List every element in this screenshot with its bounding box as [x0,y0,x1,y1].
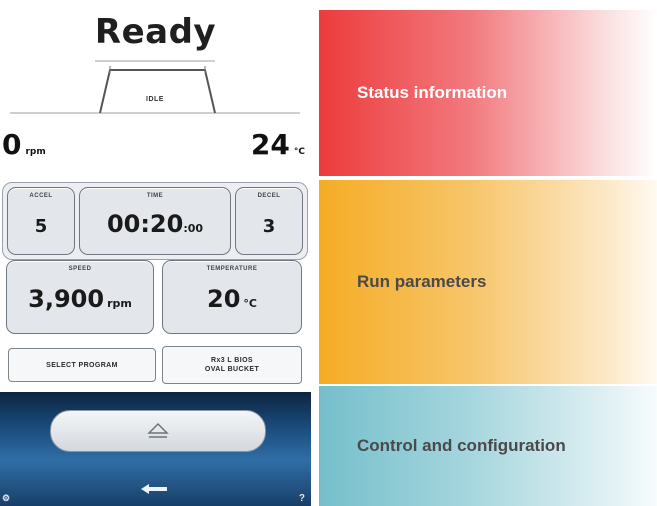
profile-state-label: IDLE [146,96,164,103]
open-lid-button[interactable] [50,410,266,452]
temperature-setting[interactable]: TEMPERATURE 20 °C [162,260,302,334]
legend-status-information: Status information [319,10,657,176]
legend-status-label: Status information [357,83,508,102]
status-title: Ready [94,12,217,52]
time-value-seconds: :00 [183,222,204,235]
legend-run-parameters: Run parameters [319,180,657,384]
decel-setting[interactable]: DECEL 3 [235,187,303,255]
temperature-label: TEMPERATURE [206,266,258,272]
current-temperature-value: 24 [250,128,290,161]
legend-run-label: Run parameters [357,272,487,291]
time-value-main: 00:20 [106,210,184,238]
current-temperature-readout: 24 °C [251,128,305,161]
legend-control-label: Control and configuration [357,436,566,455]
speed-value: 3,900 rpm [7,285,153,313]
speed-setting[interactable]: SPEED 3,900 rpm [6,260,154,334]
current-speed-value: 0 [2,128,22,161]
speed-value-number: 3,900 [28,285,105,313]
select-program-button[interactable]: SELECT PROGRAM [8,348,156,382]
current-temperature-unit: °C [293,147,305,157]
time-value: 00:20:00 [80,210,230,238]
current-speed-readout: 0 rpm [2,128,46,161]
control-strip: ⚙ ? [0,392,311,506]
temperature-value-number: 20 [207,285,241,313]
eject-icon [147,422,169,438]
current-speed-unit: rpm [25,147,46,157]
temperature-unit: °C [243,297,257,310]
decel-label: DECEL [257,193,281,199]
program-rotor-row: SELECT PROGRAM Rx3 L BIOS OVAL BUCKET [2,342,306,388]
help-icon[interactable]: ? [299,493,305,504]
speed-label: SPEED [68,266,92,272]
speed-unit: rpm [107,297,132,310]
accel-setting[interactable]: ACCEL 5 [7,187,75,255]
device-screen: Ready IDLE 0 rpm 24 °C ACCEL 5 TIME 00:20:… [0,0,311,506]
time-label: TIME [146,193,164,199]
rotor-selection-button[interactable]: Rx3 L BIOS OVAL BUCKET [162,346,302,384]
settings-icon[interactable]: ⚙ [2,493,10,504]
run-profile-graph [10,60,300,114]
rotor-name: Rx3 L BIOS [211,357,253,364]
time-setting[interactable]: TIME 00:20:00 [79,187,231,255]
legend-control-configuration: Control and configuration [319,386,657,506]
decel-value: 3 [262,216,276,237]
accel-value: 5 [34,216,48,237]
temperature-value: 20 °C [163,285,301,313]
accel-time-decel-panel: ACCEL 5 TIME 00:20:00 DECEL 3 [2,182,308,260]
bucket-name: OVAL BUCKET [204,366,260,373]
speed-temperature-panel: SPEED 3,900 rpm TEMPERATURE 20 °C [2,258,306,338]
back-arrow-icon[interactable] [141,484,167,494]
accel-label: ACCEL [29,193,53,199]
